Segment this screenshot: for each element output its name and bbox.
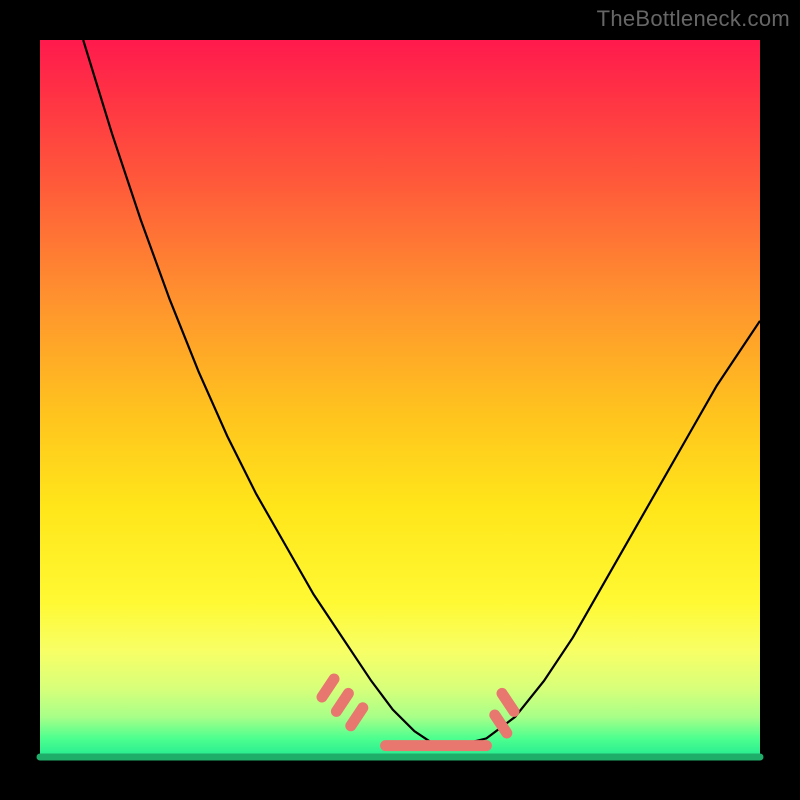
marker-dot (351, 708, 363, 726)
chart-frame: TheBottleneck.com (0, 0, 800, 800)
marker-dot (502, 693, 514, 711)
marker-dot (336, 693, 348, 711)
bottleneck-curve (83, 40, 760, 746)
marker-dot (322, 679, 334, 697)
plot-area (40, 40, 760, 760)
watermark-text: TheBottleneck.com (597, 6, 790, 32)
chart-svg (40, 40, 760, 760)
highlight-markers (322, 679, 514, 746)
